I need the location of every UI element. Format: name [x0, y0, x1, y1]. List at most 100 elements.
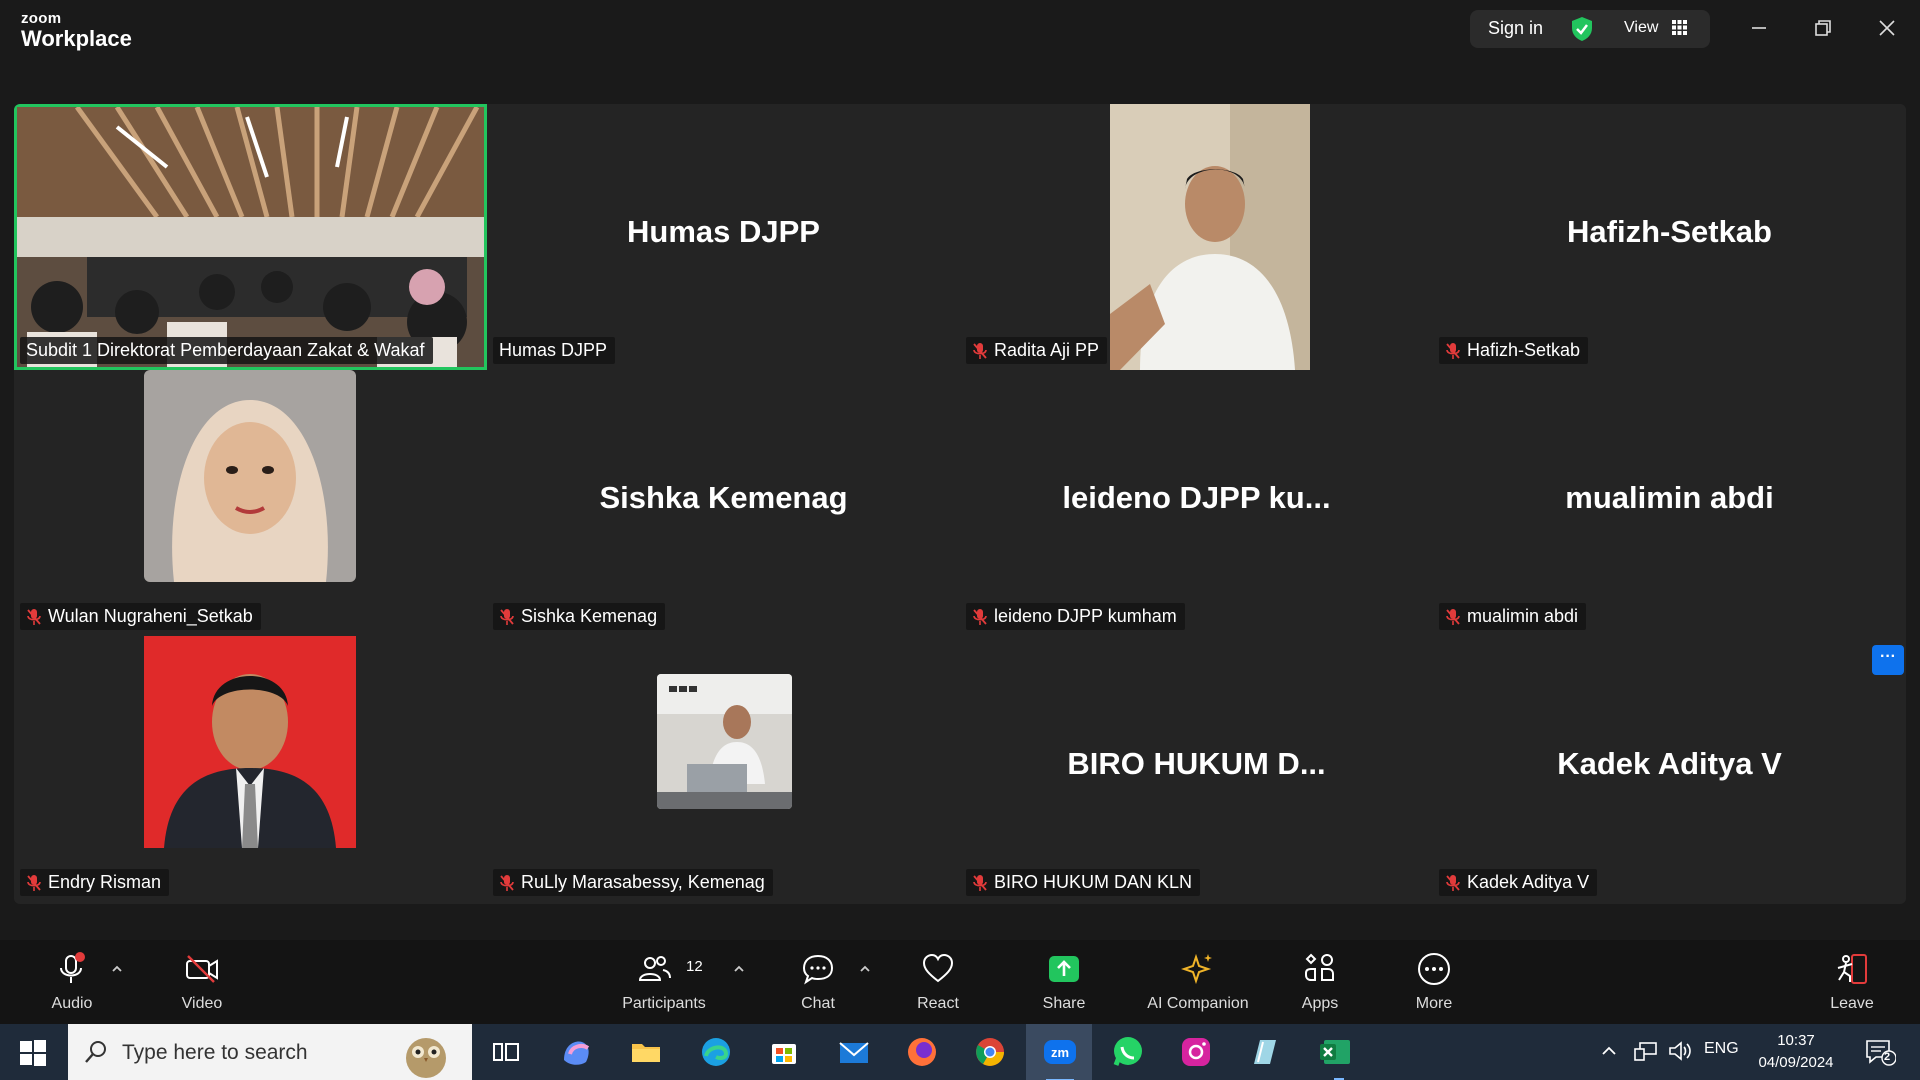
sparkle-icon: [1181, 953, 1212, 985]
muted-mic-icon: [973, 608, 987, 625]
chevron-up-icon[interactable]: [858, 962, 872, 976]
excel-icon[interactable]: [1316, 1032, 1356, 1072]
participant-tile[interactable]: Endry Risman: [14, 636, 487, 902]
task-view-icon[interactable]: [486, 1032, 526, 1072]
participant-tile[interactable]: Kadek Aditya V Kadek Aditya V: [1433, 636, 1906, 902]
react-button[interactable]: React: [906, 940, 970, 1024]
zoom-workplace-logo: zoom Workplace: [21, 10, 132, 51]
chevron-up-icon[interactable]: [110, 962, 124, 976]
minimize-icon[interactable]: [1746, 15, 1772, 41]
participant-video: [144, 370, 356, 582]
participant-tile[interactable]: Hafizh-Setkab Hafizh-Setkab: [1433, 104, 1906, 370]
participant-display-name: Hafizh-Setkab: [1567, 214, 1772, 249]
participant-name-label: BIRO HUKUM DAN KLN: [966, 869, 1201, 896]
grid-icon[interactable]: [1672, 20, 1687, 35]
participant-name-label: Kadek Aditya V: [1439, 869, 1598, 896]
system-clock[interactable]: 10:37 04/09/2024: [1752, 1030, 1840, 1074]
video-off-icon: [186, 955, 218, 983]
muted-mic-icon: [973, 342, 987, 359]
shield-check-icon[interactable]: [1570, 16, 1594, 42]
participant-display-name: leideno DJPP ku...: [1062, 480, 1331, 515]
participant-name-label: Radita Aji PP: [966, 337, 1108, 364]
participant-display-name: Sishka Kemenag: [599, 480, 848, 515]
participant-name-label: leideno DJPP kumham: [966, 603, 1185, 630]
participant-tile[interactable]: Subdit 1 Direktorat Pemberdayaan Zakat &…: [14, 104, 487, 370]
participant-name-label: RuLly Marasabessy, Kemenag: [493, 869, 773, 896]
participant-name-label: Hafizh-Setkab: [1439, 337, 1589, 364]
muted-mic-icon: [973, 874, 987, 891]
muted-mic-icon: [1446, 342, 1460, 359]
participant-display-name: BIRO HUKUM D...: [1067, 746, 1326, 781]
file-explorer-icon[interactable]: [626, 1032, 666, 1072]
apps-icon: [1305, 953, 1334, 981]
network-icon[interactable]: [1634, 1040, 1658, 1062]
notification-center-icon[interactable]: [1864, 1038, 1896, 1066]
muted-mic-icon: [27, 608, 41, 625]
muted-mic-icon: [1446, 608, 1460, 625]
participant-name-label: Endry Risman: [20, 869, 170, 896]
participants-button[interactable]: 12 Participants: [612, 940, 716, 1024]
notes-app-icon[interactable]: [1244, 1032, 1284, 1072]
microsoft-store-icon[interactable]: [764, 1032, 804, 1072]
restore-icon[interactable]: [1810, 15, 1836, 41]
chrome-icon[interactable]: [970, 1032, 1010, 1072]
tile-more-options-button[interactable]: ···: [1872, 645, 1904, 675]
participant-display-name: Humas DJPP: [627, 214, 820, 249]
participant-name-label: Sishka Kemenag: [493, 603, 666, 630]
heart-icon: [922, 953, 954, 983]
edge-browser-icon[interactable]: [696, 1032, 736, 1072]
participant-tile[interactable]: Humas DJPP Humas DJPP: [487, 104, 960, 370]
audio-button[interactable]: Audio: [40, 940, 104, 1024]
share-screen-icon: [1049, 956, 1079, 982]
participant-name-label: Subdit 1 Direktorat Pemberdayaan Zakat &…: [20, 337, 433, 364]
more-icon: [1418, 953, 1450, 985]
participant-tile[interactable]: BIRO HUKUM D... BIRO HUKUM DAN KLN: [960, 636, 1433, 902]
muted-mic-icon: [27, 874, 41, 891]
leave-icon: [1837, 954, 1867, 984]
participants-icon: [638, 956, 671, 981]
participant-tile[interactable]: RuLly Marasabessy, Kemenag: [487, 636, 960, 902]
zoom-app-icon[interactable]: zm: [1040, 1032, 1080, 1072]
participants-count: 12: [686, 958, 703, 975]
participant-name-label: Wulan Nugraheni_Setkab: [20, 603, 261, 630]
participant-tile[interactable]: Radita Aji PP: [960, 104, 1433, 370]
windows-start-icon[interactable]: [20, 1040, 46, 1066]
chevron-up-icon[interactable]: [732, 962, 746, 976]
participant-tile[interactable]: Wulan Nugraheni_Setkab: [14, 370, 487, 636]
participant-tile[interactable]: leideno DJPP ku... leideno DJPP kumham: [960, 370, 1433, 636]
share-button[interactable]: Share: [1032, 940, 1096, 1024]
sign-in-button[interactable]: Sign in: [1488, 18, 1543, 39]
chat-button[interactable]: Chat: [786, 940, 850, 1024]
copilot-icon[interactable]: [556, 1032, 596, 1072]
chevron-up-icon[interactable]: [1600, 1042, 1618, 1060]
mail-icon[interactable]: [834, 1032, 874, 1072]
participant-name-label: mualimin abdi: [1439, 603, 1587, 630]
instagram-icon[interactable]: [1176, 1032, 1216, 1072]
participant-tile[interactable]: Sishka Kemenag Sishka Kemenag: [487, 370, 960, 636]
ai-companion-button[interactable]: AI Companion: [1138, 940, 1258, 1024]
video-button[interactable]: Video: [170, 940, 234, 1024]
volume-icon[interactable]: [1668, 1040, 1692, 1062]
more-button[interactable]: More: [1402, 940, 1466, 1024]
firefox-icon[interactable]: [902, 1032, 942, 1072]
man-laptop-image: [657, 674, 792, 809]
owl-decoration-icon: [406, 1038, 446, 1078]
language-indicator[interactable]: ENG: [1704, 1040, 1739, 1058]
meeting-toolbar: Audio Video 12 Participants Chat React S…: [0, 940, 1920, 1024]
man-red-background-image: [144, 636, 356, 848]
participant-video: [144, 636, 356, 848]
taskbar-search-box[interactable]: Type here to search: [68, 1024, 472, 1080]
apps-button[interactable]: Apps: [1288, 940, 1352, 1024]
participant-display-name: Kadek Aditya V: [1557, 746, 1782, 781]
close-icon[interactable]: [1874, 15, 1900, 41]
conference-room-image: [17, 107, 484, 367]
participant-tile[interactable]: mualimin abdi mualimin abdi: [1433, 370, 1906, 636]
participant-display-name: mualimin abdi: [1565, 480, 1774, 515]
leave-button[interactable]: Leave: [1820, 940, 1884, 1024]
participant-name-label: Humas DJPP: [493, 337, 616, 364]
view-button[interactable]: View: [1624, 19, 1658, 37]
title-bar: zoom Workplace Sign in View: [0, 0, 1920, 62]
whatsapp-icon[interactable]: [1108, 1032, 1148, 1072]
participant-video: [1110, 104, 1310, 370]
chat-icon: [802, 954, 834, 985]
